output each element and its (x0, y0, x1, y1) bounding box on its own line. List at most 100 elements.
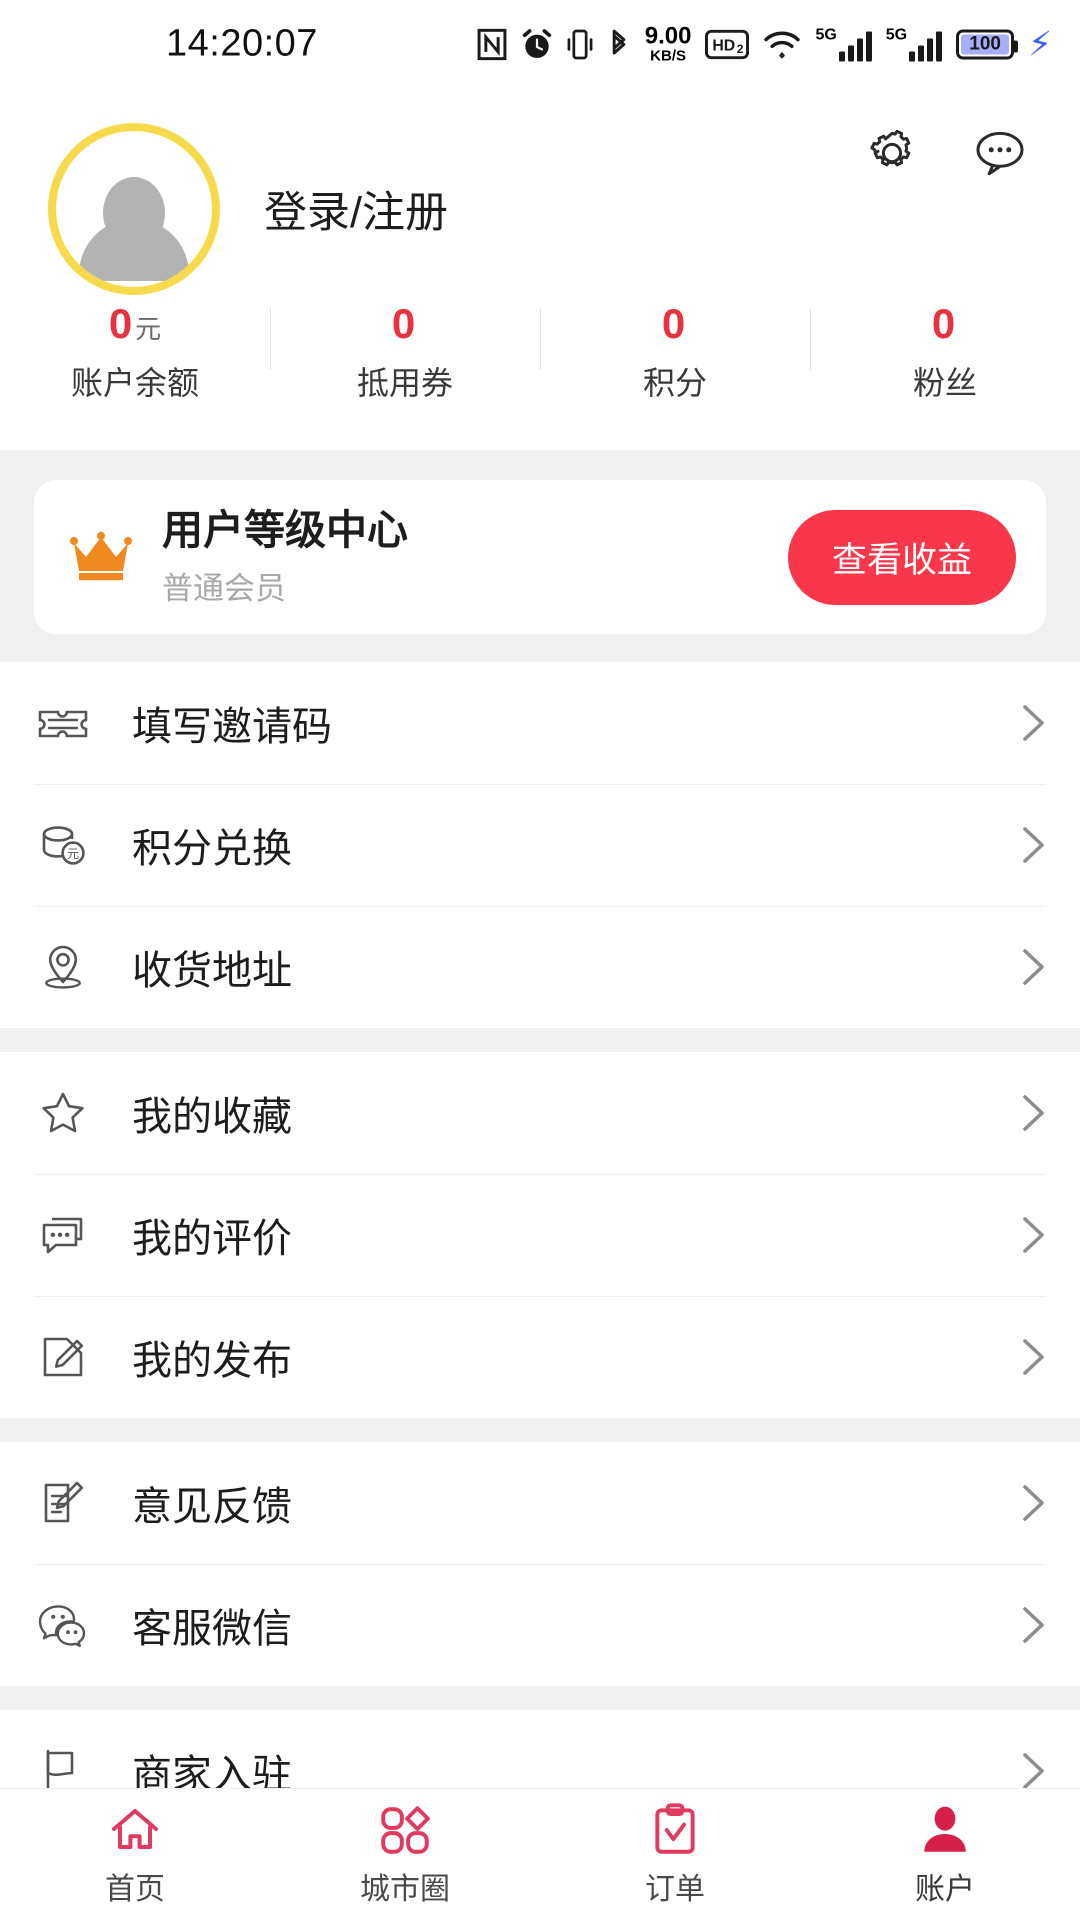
default-avatar-icon (56, 131, 212, 287)
stat-value: 0 (661, 300, 686, 347)
view-earnings-button[interactable]: 查看收益 (787, 509, 1016, 605)
menu-item-label: 客服微信 (132, 1607, 292, 1652)
menu-group-1: 填写邀请码 元 积分兑换 收货地址 (0, 662, 1080, 1029)
signal-bars (838, 31, 872, 61)
section-divider (0, 1686, 1080, 1711)
charging-bolt-icon: ⚡ (1028, 25, 1052, 63)
menu-item-label: 填写邀请码 (132, 705, 332, 750)
menu-item-points-exchange[interactable]: 元 积分兑换 (0, 784, 1080, 907)
stat-balance[interactable]: 0元 账户余额 (0, 300, 270, 404)
clipboard-check-icon (655, 1802, 695, 1854)
svg-text:2: 2 (737, 42, 744, 56)
ticket-icon (34, 694, 92, 752)
menu-item-label: 我的发布 (132, 1339, 292, 1384)
chevron-right-icon (1020, 1093, 1046, 1133)
svg-text:元: 元 (67, 847, 79, 861)
signal-bars (909, 31, 943, 61)
sim2-label: 5G (885, 26, 908, 43)
stat-label: 账户余额 (70, 365, 199, 402)
grid-shapes-icon (381, 1805, 430, 1854)
hd-volte-icon: HD 2 (705, 29, 750, 59)
status-bar-icons: 9.00 KB/S HD 2 5G 5G 100 ⚡ (477, 22, 1052, 65)
stat-label: 抵用券 (356, 365, 453, 402)
alarm-icon (521, 28, 553, 60)
net-speed-unit: KB/S (650, 47, 686, 65)
section-divider (0, 1028, 1080, 1053)
stat-label: 积分 (642, 365, 707, 402)
wifi-icon (763, 28, 801, 60)
tab-label: 城市圈 (360, 1872, 450, 1906)
vip-card-section: 用户等级中心 普通会员 查看收益 (0, 450, 1080, 663)
battery-icon: 100 (956, 29, 1019, 59)
menu-item-wechat-support[interactable]: 客服微信 (0, 1564, 1080, 1687)
status-bar: 14:20:07 9.00 KB/S HD 2 5G 5G 100 ⚡ (0, 0, 1080, 88)
vip-card-subtitle: 普通会员 (162, 571, 286, 607)
chevron-right-icon (1020, 825, 1046, 865)
menu-item-shipping-address[interactable]: 收货地址 (0, 906, 1080, 1029)
comment-icon (34, 1206, 92, 1264)
bluetooth-icon (607, 27, 631, 61)
vip-card-title: 用户等级中心 (162, 507, 408, 554)
chevron-right-icon (1020, 1215, 1046, 1255)
menu-item-feedback[interactable]: 意见反馈 (0, 1442, 1080, 1565)
sim1-label: 5G (815, 26, 837, 43)
app-screen: 14:20:07 9.00 KB/S HD 2 5G 5G 100 ⚡ 登录/注… (0, 0, 1080, 1920)
wechat-icon (34, 1596, 92, 1654)
header-actions (864, 125, 1028, 181)
menu-item-my-posts[interactable]: 我的发布 (0, 1296, 1080, 1419)
nfc-icon (477, 28, 507, 60)
location-pin-icon (34, 938, 92, 996)
stat-fans[interactable]: 0 粉丝 (810, 300, 1080, 404)
menu-item-favorites[interactable]: 我的收藏 (0, 1052, 1080, 1175)
status-bar-clock: 14:20:07 (166, 22, 318, 65)
net-speed-value: 9.00 (644, 22, 692, 50)
signal-5g-icon-1: 5G (815, 26, 872, 61)
user-level-card[interactable]: 用户等级中心 普通会员 查看收益 (34, 480, 1046, 635)
tab-label: 账户 (915, 1872, 975, 1906)
avatar[interactable] (48, 123, 220, 295)
login-register-label[interactable]: 登录/注册 (264, 178, 448, 240)
feedback-icon (34, 1474, 92, 1532)
menu-group-3: 意见反馈 客服微信 (0, 1442, 1080, 1687)
stat-unit: 元 (135, 314, 162, 344)
tab-city-circle[interactable]: 城市圈 (270, 1789, 540, 1920)
tab-account[interactable]: 账户 (810, 1789, 1080, 1920)
svg-text:HD: HD (713, 37, 736, 54)
gear-icon[interactable] (864, 125, 920, 181)
network-speed-icon: 9.00 KB/S (644, 22, 692, 65)
menu-item-label: 我的评价 (132, 1217, 292, 1262)
stat-coupons[interactable]: 0 抵用券 (270, 300, 540, 404)
vip-card-text: 用户等级中心 普通会员 (162, 506, 788, 608)
menu-item-label: 收货地址 (132, 949, 292, 994)
menu-item-label: 意见反馈 (132, 1485, 292, 1530)
home-icon (107, 1802, 163, 1858)
chevron-right-icon (1020, 1483, 1046, 1523)
menu-item-my-reviews[interactable]: 我的评价 (0, 1174, 1080, 1297)
stat-value: 0 (931, 300, 956, 347)
menu-group-2: 我的收藏 我的评价 我的发布 (0, 1052, 1080, 1419)
chevron-right-icon (1020, 1605, 1046, 1645)
signal-5g-icon-2: 5G (885, 26, 943, 61)
stat-value: 0 (391, 300, 416, 347)
tab-home[interactable]: 首页 (0, 1789, 270, 1920)
menu-item-invite-code[interactable]: 填写邀请码 (0, 662, 1080, 785)
menu-item-label: 积分兑换 (132, 827, 292, 872)
chat-bubble-icon[interactable] (972, 125, 1028, 181)
stat-points[interactable]: 0 积分 (540, 300, 810, 404)
stats-row: 0元 账户余额 0 抵用券 0 积分 0 粉丝 (0, 288, 1080, 450)
stat-label: 粉丝 (912, 365, 977, 402)
menu-item-label: 我的收藏 (132, 1095, 292, 1140)
tab-label: 首页 (105, 1872, 165, 1906)
chevron-right-icon (1020, 947, 1046, 987)
profile-header[interactable]: 登录/注册 (0, 88, 1080, 295)
chevron-right-icon (1020, 1337, 1046, 1377)
crown-icon (70, 531, 132, 583)
section-divider (0, 1418, 1080, 1443)
battery-percent: 100 (969, 33, 1001, 54)
tab-label: 订单 (645, 1872, 705, 1906)
tab-orders[interactable]: 订单 (540, 1789, 810, 1920)
stat-value: 0 (108, 300, 133, 347)
edit-note-icon (34, 1328, 92, 1386)
user-filled-icon (924, 1806, 966, 1852)
coin-stack-icon: 元 (34, 816, 92, 874)
